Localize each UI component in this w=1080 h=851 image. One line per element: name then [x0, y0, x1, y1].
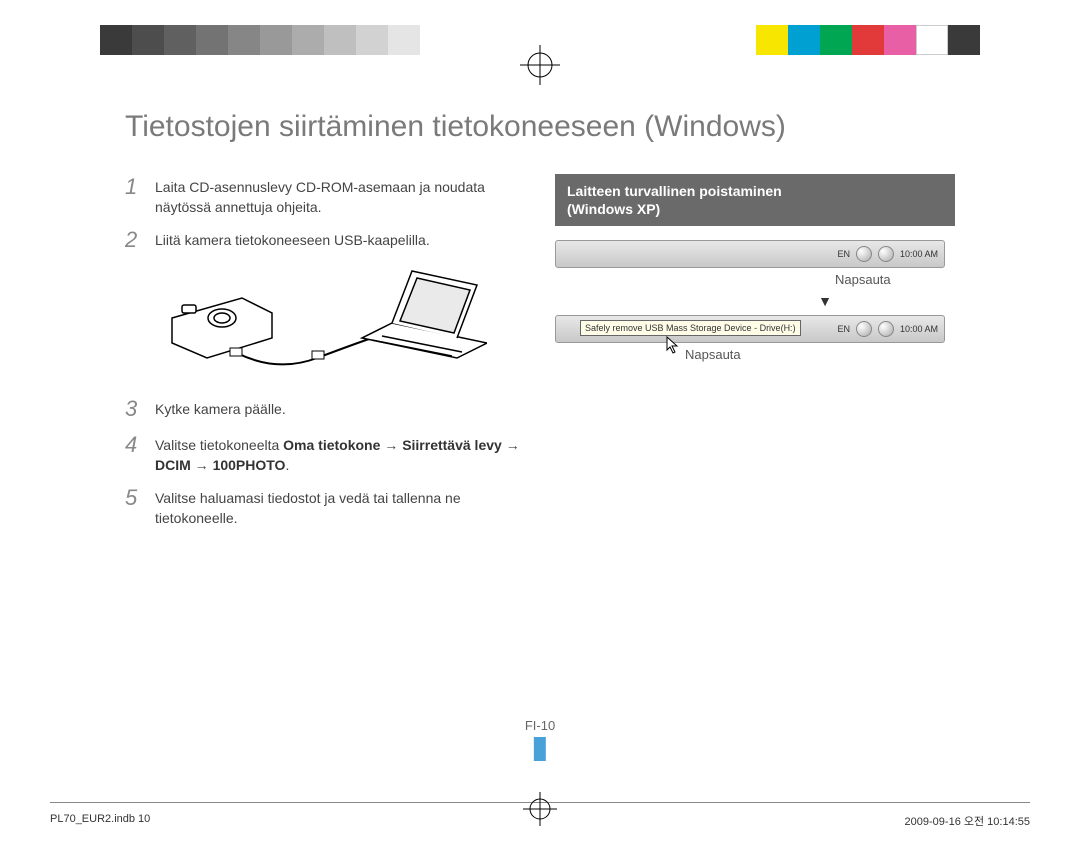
click-label-1: Napsauta — [555, 272, 945, 287]
cursor-icon — [666, 336, 682, 358]
swatch — [884, 25, 916, 55]
page-content: Tietostojen siirtäminen tietokoneeseen (… — [95, 75, 985, 801]
step-number: 1 — [125, 174, 143, 200]
step-text: Valitse tietokoneelta Oma tietokone → Si… — [155, 432, 525, 475]
page-number: FI-10 — [525, 718, 555, 733]
step-3: 3 Kytke kamera päälle. — [125, 396, 525, 422]
taskbar-lang: EN — [837, 324, 850, 334]
arrow-icon: → — [380, 437, 402, 453]
sidebar-heading-line1: Laitteen turvallinen poistaminen — [567, 182, 943, 200]
swatch — [756, 25, 788, 55]
step-5: 5 Valitse haluamasi tiedostot ja vedä ta… — [125, 485, 525, 528]
swatch — [788, 25, 820, 55]
step4-post: . — [285, 457, 289, 473]
step-1: 1 Laita CD-asennuslevy CD-ROM-asemaan ja… — [125, 174, 525, 217]
step-4: 4 Valitse tietokoneelta Oma tietokone → … — [125, 432, 525, 475]
step-2: 2 Liitä kamera tietokoneeseen USB-kaapel… — [125, 227, 525, 253]
swatch — [132, 25, 164, 55]
tray-icon — [856, 246, 872, 262]
step-number: 5 — [125, 485, 143, 511]
step4-bold2: Siirrettävä levy — [402, 437, 502, 453]
swatch — [292, 25, 324, 55]
click-label-2: Napsauta — [555, 347, 945, 362]
swatch — [356, 25, 388, 55]
swatch — [228, 25, 260, 55]
safely-remove-icon — [878, 321, 894, 337]
steps-column: 1 Laita CD-asennuslevy CD-ROM-asemaan ja… — [125, 174, 525, 539]
step4-bold3: DCIM — [155, 457, 191, 473]
swatch — [196, 25, 228, 55]
step4-pre: Valitse tietokoneelta — [155, 437, 283, 453]
safely-remove-tooltip: Safely remove USB Mass Storage Device - … — [580, 320, 801, 336]
step-text: Valitse haluamasi tiedostot ja vedä tai … — [155, 485, 525, 528]
step-number: 4 — [125, 432, 143, 458]
color-swatches — [756, 25, 980, 55]
page-title: Tietostojen siirtäminen tietokoneeseen (… — [125, 110, 985, 144]
swatch — [388, 25, 420, 55]
taskbar-tray-2: Safely remove USB Mass Storage Device - … — [555, 315, 945, 343]
step-number: 3 — [125, 396, 143, 422]
step-text: Kytke kamera päälle. — [155, 396, 286, 420]
step4-bold4: 100PHOTO — [213, 457, 286, 473]
swatch — [324, 25, 356, 55]
footer-timestamp: 2009-09-16 오전 10:14:55 — [905, 813, 1030, 829]
page-tab-marker — [534, 737, 546, 761]
sidebar-heading: Laitteen turvallinen poistaminen (Window… — [555, 174, 955, 226]
footer-filename: PL70_EUR2.indb 10 — [50, 813, 150, 829]
swatch — [916, 25, 948, 55]
grayscale-swatches — [100, 25, 420, 55]
registration-mark-bottom — [515, 784, 565, 837]
swatch — [100, 25, 132, 55]
down-arrow-icon: ▼ — [555, 293, 945, 309]
print-footer: PL70_EUR2.indb 10 2009-09-16 오전 10:14:55 — [50, 802, 1030, 829]
taskbar-time: 10:00 AM — [900, 324, 938, 334]
swatch — [260, 25, 292, 55]
sidebar-column: Laitteen turvallinen poistaminen (Window… — [555, 174, 955, 539]
tray-icon — [856, 321, 872, 337]
swatch — [852, 25, 884, 55]
taskbar-lang: EN — [837, 249, 850, 259]
swatch — [164, 25, 196, 55]
taskbar-tray: EN 10:00 AM — [555, 240, 945, 268]
taskbar-time: 10:00 AM — [900, 249, 938, 259]
camera-laptop-illustration — [157, 263, 525, 378]
swatch — [820, 25, 852, 55]
registration-color-strip — [0, 25, 1080, 55]
arrow-icon: → — [191, 457, 213, 473]
step-text: Laita CD-asennuslevy CD-ROM-asemaan ja n… — [155, 174, 525, 217]
step-number: 2 — [125, 227, 143, 253]
safely-remove-icon — [878, 246, 894, 262]
taskbar-screenshot-1: EN 10:00 AM Napsauta ▼ Safely remove USB… — [555, 240, 945, 362]
arrow-icon: → — [502, 437, 520, 453]
step-text: Liitä kamera tietokoneeseen USB-kaapelil… — [155, 227, 430, 251]
page-number-block: FI-10 — [525, 718, 555, 761]
swatch — [948, 25, 980, 55]
sidebar-heading-line2: (Windows XP) — [567, 200, 943, 218]
step4-bold1: Oma tietokone — [283, 437, 380, 453]
